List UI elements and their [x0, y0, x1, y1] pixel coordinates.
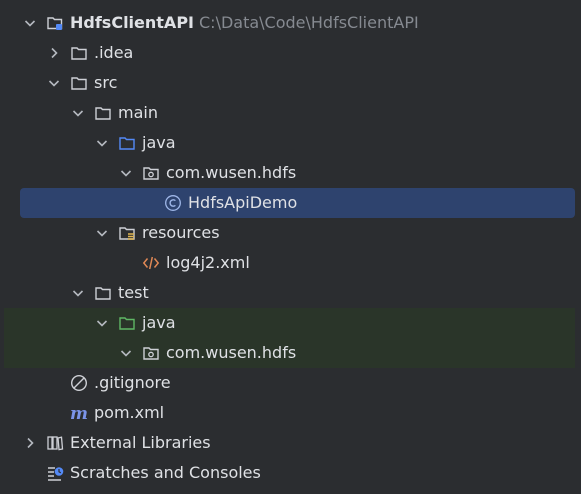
folder-label-java: java [142, 133, 176, 152]
chevron-right-icon[interactable] [46, 45, 62, 61]
tree-row-test-package[interactable]: com.wusen.hdfs [4, 338, 575, 368]
chevron-down-icon[interactable] [22, 15, 38, 31]
folder-label-idea: .idea [94, 43, 134, 62]
tree-row-idea[interactable]: .idea [0, 38, 581, 68]
test-source-folder-icon [118, 314, 136, 332]
tree-row-resources[interactable]: resources [0, 218, 581, 248]
tree-row-project[interactable]: HdfsClientAPI C:\Data\Code\HdfsClientAPI [0, 8, 581, 38]
folder-label-resources: resources [142, 223, 220, 242]
chevron-down-icon[interactable] [94, 315, 110, 331]
chevron-down-icon[interactable] [70, 105, 86, 121]
folder-label-src: src [94, 73, 118, 92]
project-name: HdfsClientAPI [70, 13, 194, 32]
package-icon [142, 344, 160, 362]
resources-folder-icon [118, 224, 136, 242]
tree-row-test-java[interactable]: java [4, 308, 575, 338]
chevron-down-icon[interactable] [118, 165, 134, 181]
scratches-label: Scratches and Consoles [70, 463, 261, 482]
tree-row-main-package[interactable]: com.wusen.hdfs [0, 158, 581, 188]
test-package-label: com.wusen.hdfs [166, 343, 297, 362]
ignore-file-icon [70, 374, 88, 392]
scratches-icon [46, 464, 64, 482]
external-libraries-label: External Libraries [70, 433, 211, 452]
project-path: C:\Data\Code\HdfsClientAPI [199, 13, 419, 32]
tree-row-src[interactable]: src [0, 68, 581, 98]
chevron-down-icon[interactable] [94, 135, 110, 151]
xml-file-label: log4j2.xml [166, 253, 250, 272]
tree-row-pom[interactable]: m pom.xml [0, 398, 581, 428]
gitignore-label: .gitignore [94, 373, 171, 392]
svg-text:m: m [70, 404, 88, 422]
folder-label-test: test [118, 283, 149, 302]
tree-row-external-libraries[interactable]: External Libraries [0, 428, 581, 458]
tree-row-scratches[interactable]: Scratches and Consoles [0, 458, 581, 488]
folder-icon [70, 74, 88, 92]
class-file-label: HdfsApiDemo [188, 193, 298, 212]
tree-row-main[interactable]: main [0, 98, 581, 128]
package-label: com.wusen.hdfs [166, 163, 297, 182]
tree-row-test[interactable]: test [0, 278, 581, 308]
pom-label: pom.xml [94, 403, 165, 422]
libraries-icon [46, 434, 64, 452]
project-tree: HdfsClientAPI C:\Data\Code\HdfsClientAPI… [0, 0, 581, 494]
folder-label-test-java: java [142, 313, 176, 332]
chevron-down-icon[interactable] [118, 345, 134, 361]
class-icon [164, 194, 182, 212]
tree-row-log-file[interactable]: log4j2.xml [0, 248, 581, 278]
maven-icon: m [70, 404, 88, 422]
folder-icon [70, 44, 88, 62]
folder-label-main: main [118, 103, 158, 122]
tree-row-class-file[interactable]: HdfsApiDemo [20, 188, 575, 218]
tree-row-main-java[interactable]: java [0, 128, 581, 158]
chevron-down-icon[interactable] [46, 75, 62, 91]
chevron-down-icon[interactable] [94, 225, 110, 241]
folder-icon [94, 104, 112, 122]
chevron-right-icon[interactable] [22, 435, 38, 451]
project-module-icon [46, 14, 64, 32]
folder-icon [94, 284, 112, 302]
package-icon [142, 164, 160, 182]
source-folder-icon [118, 134, 136, 152]
chevron-down-icon[interactable] [70, 285, 86, 301]
xml-file-icon [142, 254, 160, 272]
tree-row-gitignore[interactable]: .gitignore [0, 368, 581, 398]
